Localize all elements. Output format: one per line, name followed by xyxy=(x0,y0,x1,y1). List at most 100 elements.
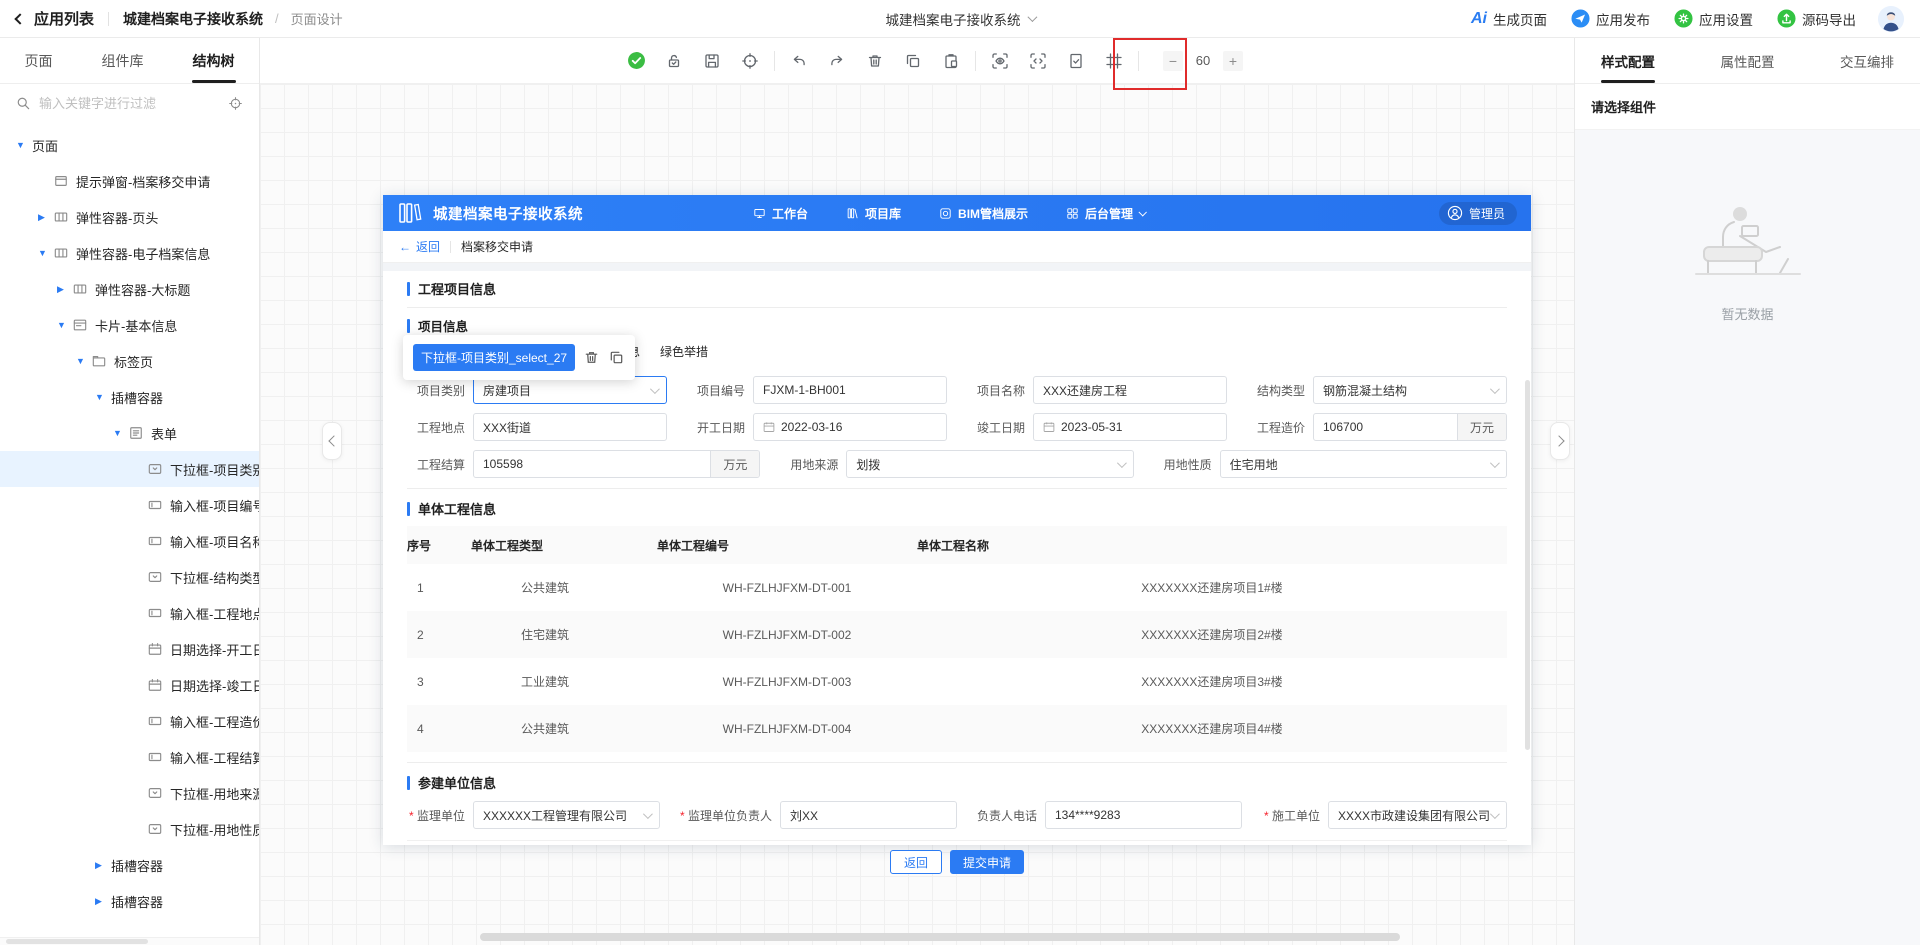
field-input[interactable]: 105598 万元 xyxy=(473,450,760,478)
tree-item[interactable]: 输入框-项目名称 xyxy=(0,523,259,559)
tree-item[interactable]: 卡片-基本信息 xyxy=(0,307,259,343)
submit-application-button[interactable]: 提交申请 xyxy=(950,850,1024,874)
topbar-action[interactable]: 源码导出 xyxy=(1777,9,1856,29)
back-chevron-icon[interactable] xyxy=(14,13,25,24)
right-panel-tab[interactable]: 属性配置 xyxy=(1721,38,1775,83)
zoom-out-button[interactable]: − xyxy=(1163,51,1183,71)
back-button[interactable]: 返回 xyxy=(890,850,942,874)
back-to-app-list[interactable]: 应用列表 xyxy=(34,8,94,29)
tree-item[interactable]: 下拉框-项目类别 xyxy=(0,451,259,487)
field-input[interactable]: 2023-05-31 xyxy=(1033,413,1227,441)
delete-component-button[interactable] xyxy=(583,349,600,366)
tree-item[interactable]: 输入框-工程造价 xyxy=(0,703,259,739)
field-input[interactable]: FJXM-1-BH001 xyxy=(753,376,947,404)
right-panel-tab[interactable]: 交互编排 xyxy=(1840,38,1894,83)
preview-nav-item[interactable]: 后台管理 xyxy=(1066,205,1145,222)
field-input[interactable]: 划拨 xyxy=(846,450,1133,478)
tree-item[interactable]: 插槽容器 xyxy=(0,379,259,415)
tree-expand-arrow-icon[interactable] xyxy=(95,860,111,871)
toolbar-button[interactable] xyxy=(861,47,889,75)
right-panel-tab[interactable]: 样式配置 xyxy=(1601,38,1655,83)
toolbar-button[interactable] xyxy=(899,47,927,75)
canvas-prev-handle[interactable] xyxy=(322,422,342,460)
left-panel-tab[interactable]: 组件库 xyxy=(100,38,146,83)
tree-expand-arrow-icon[interactable] xyxy=(95,896,111,907)
toolbar-button[interactable] xyxy=(975,51,976,71)
toolbar-button[interactable] xyxy=(937,47,965,75)
field-input[interactable]: XXX还建房工程 xyxy=(1033,376,1227,404)
design-canvas[interactable]: 城建档案电子接收系统 工作台 xyxy=(260,84,1574,945)
tree-item[interactable]: 标签页 xyxy=(0,343,259,379)
preview-nav-item[interactable]: 项目库 xyxy=(846,205,901,222)
tree-item[interactable]: 日期选择-开工日期 xyxy=(0,631,259,667)
tree-item[interactable]: 表单 xyxy=(0,415,259,451)
left-panel-tab[interactable]: 页面 xyxy=(23,38,55,83)
toolbar-button[interactable] xyxy=(823,47,851,75)
toolbar-button[interactable] xyxy=(1062,47,1090,75)
canvas-next-handle[interactable] xyxy=(1550,422,1570,460)
field-input[interactable]: 住宅用地 xyxy=(1220,450,1507,478)
preview-back-link[interactable]: ← 返回 xyxy=(399,238,440,255)
tree-item[interactable]: 弹性容器-大标题 xyxy=(0,271,259,307)
field-input[interactable]: XXXX市政建设集团有限公司 xyxy=(1328,801,1507,829)
tree-expand-arrow-icon[interactable] xyxy=(113,428,129,438)
tree-item[interactable]: 插槽容器 xyxy=(0,847,259,883)
tree-item[interactable]: 下拉框-用地性质 xyxy=(0,811,259,847)
toolbar-button[interactable] xyxy=(736,47,764,75)
user-avatar[interactable] xyxy=(1878,6,1904,32)
zoom-in-button[interactable]: + xyxy=(1223,51,1243,71)
topbar-action[interactable]: 应用设置 xyxy=(1674,9,1753,29)
field-input[interactable]: 钢筋混凝土结构 xyxy=(1313,376,1507,404)
toolbar-button[interactable] xyxy=(622,47,650,75)
preview-user-menu[interactable]: 管理员 xyxy=(1439,202,1517,225)
tree-item[interactable]: 弹性容器-页头 xyxy=(0,199,259,235)
left-panel-tab[interactable]: 结构树 xyxy=(191,38,237,83)
tree-expand-arrow-icon[interactable] xyxy=(95,392,111,402)
toolbar-button[interactable] xyxy=(660,47,688,75)
topbar-action[interactable]: Ai 生成页面 xyxy=(1471,9,1547,29)
table-row[interactable]: 2 住宅建筑 WH-FZLHJFXM-DT-002 XXXXXXX还建房项目2#… xyxy=(407,611,1507,658)
field-input[interactable]: 106700 万元 xyxy=(1313,413,1507,441)
preview-nav-item[interactable]: BIM管档展示 xyxy=(939,205,1028,222)
table-row[interactable]: 4 公共建筑 WH-FZLHJFXM-DT-004 XXXXXXX还建房项目4#… xyxy=(407,705,1507,752)
field-input[interactable]: 房建项目 xyxy=(473,376,667,404)
tree-expand-arrow-icon[interactable] xyxy=(38,212,54,223)
tree-item[interactable]: 提示弹窗-档案移交申请 xyxy=(0,163,259,199)
tree-item[interactable]: 页面 xyxy=(0,127,259,163)
tree-item[interactable]: 日期选择-竣工日期 xyxy=(0,667,259,703)
tree-item[interactable]: 输入框-工程地点 xyxy=(0,595,259,631)
tree-filter-input[interactable] xyxy=(39,96,220,111)
preview-nav-item[interactable]: 工作台 xyxy=(753,205,808,222)
tree-item[interactable]: 下拉框-结构类型 xyxy=(0,559,259,595)
toolbar-button[interactable] xyxy=(698,47,726,75)
field-input[interactable]: 刘XX xyxy=(780,801,957,829)
locate-component-icon[interactable] xyxy=(228,96,243,111)
canvas-hscrollbar[interactable] xyxy=(480,933,1400,941)
tree-item[interactable]: 插槽容器 xyxy=(0,883,259,919)
tree-item[interactable]: 输入框-工程结算 xyxy=(0,739,259,775)
tree-item[interactable]: 弹性容器-电子档案信息 xyxy=(0,235,259,271)
toolbar-button[interactable] xyxy=(986,47,1014,75)
table-row[interactable]: 1 公共建筑 WH-FZLHJFXM-DT-001 XXXXXXX还建房项目1#… xyxy=(407,564,1507,611)
toolbar-button[interactable] xyxy=(1024,47,1052,75)
field-input[interactable]: 134****9283 xyxy=(1045,801,1242,829)
tree-expand-arrow-icon[interactable] xyxy=(38,248,54,258)
copy-component-button[interactable] xyxy=(608,349,625,366)
current-app-switcher[interactable]: 城建档案电子接收系统 xyxy=(886,9,1035,29)
breadcrumb-app-name[interactable]: 城建档案电子接收系统 xyxy=(123,9,263,29)
field-input[interactable]: 2022-03-16 xyxy=(753,413,947,441)
toolbar-button[interactable] xyxy=(1100,47,1128,75)
tree-expand-arrow-icon[interactable] xyxy=(57,320,73,330)
toolbar-button[interactable] xyxy=(785,47,813,75)
tree-item[interactable]: 下拉框-用地来源 xyxy=(0,775,259,811)
tree-expand-arrow-icon[interactable] xyxy=(57,284,73,295)
table-row[interactable]: 3 工业建筑 WH-FZLHJFXM-DT-003 XXXXXXX还建房项目3#… xyxy=(407,658,1507,705)
left-panel-hscrollbar[interactable] xyxy=(0,937,259,945)
field-input[interactable]: XXX街道 xyxy=(473,413,667,441)
toolbar-button[interactable] xyxy=(774,51,775,71)
topbar-action[interactable]: 应用发布 xyxy=(1571,9,1650,29)
tree-expand-arrow-icon[interactable] xyxy=(76,356,92,366)
field-input[interactable]: XXXXXX工程管理有限公司 xyxy=(473,801,660,829)
tree-expand-arrow-icon[interactable] xyxy=(16,140,32,150)
tree-item[interactable]: 输入框-项目编号 xyxy=(0,487,259,523)
